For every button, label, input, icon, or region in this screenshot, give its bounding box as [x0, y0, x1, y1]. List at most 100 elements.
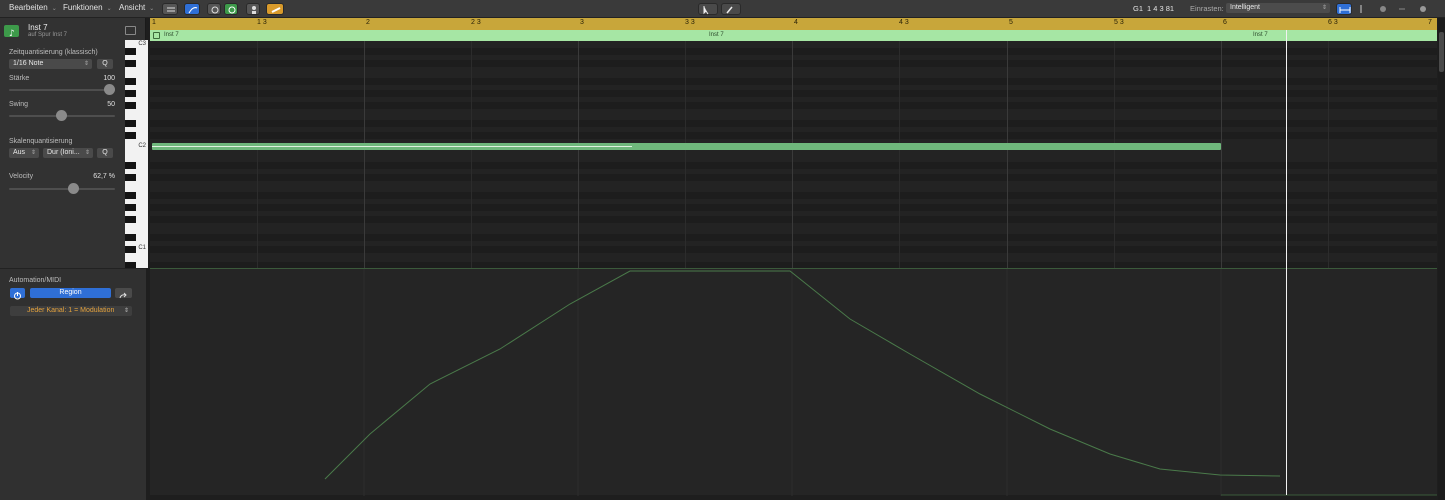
bar-number: 3 3	[685, 19, 695, 26]
bar-number: 5	[1009, 19, 1013, 26]
editor-menubar: Bearbeiten ⌄ Funktionen ⌄ Ansicht ⌄ G1 1 4 …	[0, 0, 1445, 18]
automation-power-button[interactable]	[10, 288, 25, 300]
forward-arrow-icon	[119, 292, 127, 299]
velocity-slider[interactable]	[9, 188, 115, 190]
beat-line	[1328, 41, 1329, 268]
scale-mode-value: Dur (Ioni...	[47, 149, 80, 156]
bar-number: 6	[1223, 19, 1227, 26]
pointer-tool-button[interactable]	[698, 3, 718, 15]
quantize-q-button[interactable]: Q	[97, 59, 113, 69]
bar-number: 2 3	[471, 19, 481, 26]
automation-lane[interactable]	[150, 268, 1437, 496]
scrollbar-thumb[interactable]	[1439, 32, 1444, 72]
bar-number: 5 3	[1114, 19, 1124, 26]
menu-view[interactable]: Ansicht ⌄	[119, 3, 154, 12]
link-loop-icon	[228, 6, 236, 14]
menu-edit[interactable]: Bearbeiten ⌄	[9, 3, 57, 12]
dot-icon	[1420, 6, 1426, 12]
playhead[interactable]	[1286, 30, 1287, 495]
strength-slider[interactable]	[9, 89, 115, 91]
region-label: Inst 7	[1253, 32, 1268, 38]
menu-functions[interactable]: Funktionen ⌄	[63, 3, 112, 12]
velocity-slider-knob[interactable]	[68, 183, 79, 194]
horizontal-fit-icon	[1339, 7, 1351, 13]
automation-title: Automation/MIDI	[9, 277, 62, 284]
black-key[interactable]	[125, 162, 136, 169]
grid-lane	[150, 60, 1437, 67]
chevron-down-icon: ⌄	[106, 6, 112, 12]
black-key[interactable]	[125, 192, 136, 199]
loop-in-button[interactable]	[207, 3, 221, 15]
automation-share-button[interactable]	[115, 288, 132, 299]
bar-number: 4 3	[899, 19, 909, 26]
piano-keyboard[interactable]: C3 C2 C1	[125, 40, 148, 269]
strength-slider-knob[interactable]	[104, 84, 115, 95]
vertical-scrollbar[interactable]	[1438, 18, 1445, 500]
grid-lane	[150, 192, 1437, 199]
snap-label: Einrasten:	[1190, 4, 1224, 13]
bar-number: 7	[1428, 19, 1432, 26]
bar-number: 4	[794, 19, 798, 26]
grid-lane	[150, 216, 1437, 223]
snap-select[interactable]: Intelligent ⇕	[1226, 3, 1330, 13]
black-key[interactable]	[125, 246, 136, 253]
region-name: Inst 7	[28, 23, 48, 32]
grid-lane	[150, 48, 1437, 55]
scale-mode-select[interactable]: Dur (Ioni... ⇕	[43, 148, 93, 158]
black-key[interactable]	[125, 102, 136, 109]
modulation-curve[interactable]	[150, 269, 1437, 496]
quantize-tool-button[interactable]	[162, 3, 178, 15]
black-key[interactable]	[125, 78, 136, 85]
midi-draw-button[interactable]	[184, 3, 200, 15]
bar-number: 1	[152, 19, 156, 26]
midi-region-icon: ♪	[4, 25, 19, 39]
updown-icon: ⇕	[83, 61, 89, 67]
black-key[interactable]	[125, 132, 136, 139]
black-key[interactable]	[125, 90, 136, 97]
pencil-tool-button[interactable]	[721, 3, 741, 15]
bar-number: 3	[580, 19, 584, 26]
grid-lane	[150, 246, 1437, 253]
double-arrow-icon	[1399, 8, 1405, 10]
region-subtitle: auf Spur Inst 7	[28, 32, 68, 38]
note-grid[interactable]	[150, 41, 1437, 268]
link-button[interactable]	[266, 3, 284, 15]
inspector-toggle-button[interactable]	[125, 26, 136, 35]
scale-q-button[interactable]: Q	[97, 148, 113, 158]
grid-lane	[150, 102, 1437, 109]
scale-root-select[interactable]: Aus ⇕	[9, 148, 39, 158]
black-key[interactable]	[125, 60, 136, 67]
black-key[interactable]	[125, 216, 136, 223]
snap-select-value: Intelligent	[1230, 4, 1260, 11]
black-key[interactable]	[125, 204, 136, 211]
svg-text:♪: ♪	[9, 29, 15, 38]
automation-parameter-select[interactable]: Jeder Kanal: 1 = Modulation ⇕	[10, 306, 132, 316]
updown-icon: ⇕	[30, 150, 36, 156]
horizontal-zoom-button[interactable]	[1336, 3, 1352, 15]
zoom-slider-handle[interactable]	[1396, 3, 1408, 15]
piano-roll-editor: Bearbeiten ⌄ Funktionen ⌄ Ansicht ⌄ G1 1 4 …	[0, 0, 1445, 500]
chain-link-icon	[271, 7, 281, 13]
black-key[interactable]	[125, 48, 136, 55]
midi-in-button[interactable]	[246, 3, 260, 15]
swing-slider-knob[interactable]	[56, 110, 67, 121]
time-quantize-select[interactable]: 1/16 Note ⇕	[9, 59, 92, 69]
beat-line	[471, 41, 472, 268]
catch-button[interactable]	[224, 3, 238, 15]
vertical-zoom-button[interactable]	[1355, 3, 1367, 15]
automation-region-button[interactable]: Region	[30, 288, 111, 298]
bar-ruler[interactable]: 1 1 3 2 2 3 3 3 3 4 4 3 5 5 3 6 6 3 7	[150, 18, 1437, 30]
velocity-label: Velocity	[9, 173, 34, 180]
zoom-dot-button[interactable]	[1378, 3, 1388, 15]
bar-line	[1221, 41, 1222, 268]
quantize-icon	[167, 7, 175, 12]
black-key[interactable]	[125, 234, 136, 241]
bar-line	[1007, 41, 1008, 268]
region-icon	[153, 32, 160, 39]
grid-lane	[150, 132, 1437, 139]
midi-region-header[interactable]: Inst 7 Inst 7 Inst 7	[150, 30, 1437, 41]
bar-number: 1 3	[257, 19, 267, 26]
black-key[interactable]	[125, 174, 136, 181]
zoom-end-button[interactable]	[1418, 3, 1428, 15]
black-key[interactable]	[125, 120, 136, 127]
